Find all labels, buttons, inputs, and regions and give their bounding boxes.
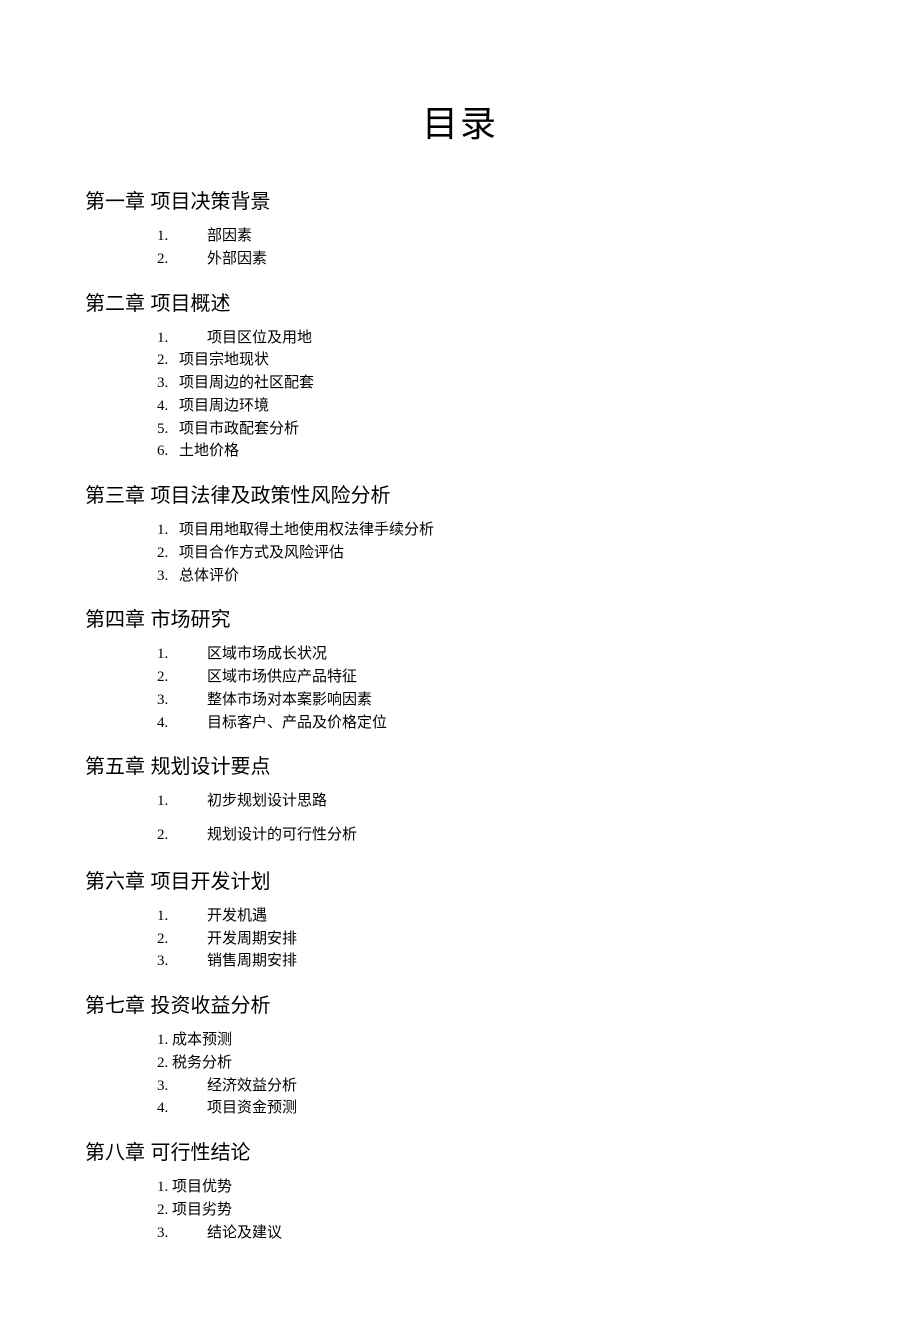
toc-container: 第一章 项目决策背景 1.部因素 2.外部因素 第二章 项目概述 1.项目区位及… xyxy=(85,185,835,1244)
toc-item: 5.项目市政配套分析 xyxy=(157,419,835,441)
toc-item: 3.销售周期安排 xyxy=(157,951,835,973)
chapter-items-1: 1.部因素 2.外部因素 xyxy=(157,226,835,271)
chapter-heading-6: 第六章 项目开发计划 xyxy=(85,865,835,894)
chapter-heading-5: 第五章 规划设计要点 xyxy=(85,750,835,779)
chapter-items-2: 1.项目区位及用地 2.项目宗地现状 3.项目周边的社区配套 4.项目周边环境 … xyxy=(157,328,835,464)
chapter-items-3: 1.项目用地取得土地使用权法律手续分析 2.项目合作方式及风险评估 3.总体评价 xyxy=(157,520,835,587)
chapter-heading-2: 第二章 项目概述 xyxy=(85,287,835,316)
toc-item: 3.项目周边的社区配套 xyxy=(157,373,835,395)
toc-item: 3.经济效益分析 xyxy=(157,1076,835,1098)
toc-item: 3.总体评价 xyxy=(157,566,835,588)
chapter-heading-8: 第八章 可行性结论 xyxy=(85,1136,835,1165)
toc-item: 1.部因素 xyxy=(157,226,835,248)
chapter-heading-7: 第七章 投资收益分析 xyxy=(85,989,835,1018)
toc-item: 2.区域市场供应产品特征 xyxy=(157,667,835,689)
toc-item: 2.税务分析 xyxy=(157,1053,835,1075)
toc-item: 1.初步规划设计思路 xyxy=(157,791,835,813)
toc-item: 2.开发周期安排 xyxy=(157,929,835,951)
page-title: 目录 xyxy=(85,95,835,147)
chapter-heading-4: 第四章 市场研究 xyxy=(85,603,835,632)
toc-item: 6.土地价格 xyxy=(157,441,835,463)
toc-item: 4.项目资金预测 xyxy=(157,1098,835,1120)
chapter-items-6: 1.开发机遇 2.开发周期安排 3.销售周期安排 xyxy=(157,906,835,973)
toc-item: 1.项目优势 xyxy=(157,1177,835,1199)
toc-item: 2.项目宗地现状 xyxy=(157,350,835,372)
chapter-items-4: 1.区域市场成长状况 2.区域市场供应产品特征 3.整体市场对本案影响因素 4.… xyxy=(157,644,835,734)
toc-item: 2.外部因素 xyxy=(157,249,835,271)
chapter-items-8: 1.项目优势 2.项目劣势 3.结论及建议 xyxy=(157,1177,835,1244)
toc-item: 4.目标客户、产品及价格定位 xyxy=(157,713,835,735)
toc-item: 2.项目合作方式及风险评估 xyxy=(157,543,835,565)
chapter-heading-3: 第三章 项目法律及政策性风险分析 xyxy=(85,479,835,508)
toc-item: 2.规划设计的可行性分析 xyxy=(157,825,835,847)
toc-item: 1.区域市场成长状况 xyxy=(157,644,835,666)
toc-item: 2.项目劣势 xyxy=(157,1200,835,1222)
toc-item: 1.项目用地取得土地使用权法律手续分析 xyxy=(157,520,835,542)
toc-item: 3.结论及建议 xyxy=(157,1223,835,1245)
chapter-heading-1: 第一章 项目决策背景 xyxy=(85,185,835,214)
chapter-items-5: 1.初步规划设计思路 2.规划设计的可行性分析 xyxy=(157,791,835,847)
toc-item: 4.项目周边环境 xyxy=(157,396,835,418)
toc-item: 1.开发机遇 xyxy=(157,906,835,928)
chapter-items-7: 1.成本预测 2.税务分析 3.经济效益分析 4.项目资金预测 xyxy=(157,1030,835,1120)
toc-item: 1.成本预测 xyxy=(157,1030,835,1052)
toc-item: 3.整体市场对本案影响因素 xyxy=(157,690,835,712)
toc-item: 1.项目区位及用地 xyxy=(157,328,835,350)
